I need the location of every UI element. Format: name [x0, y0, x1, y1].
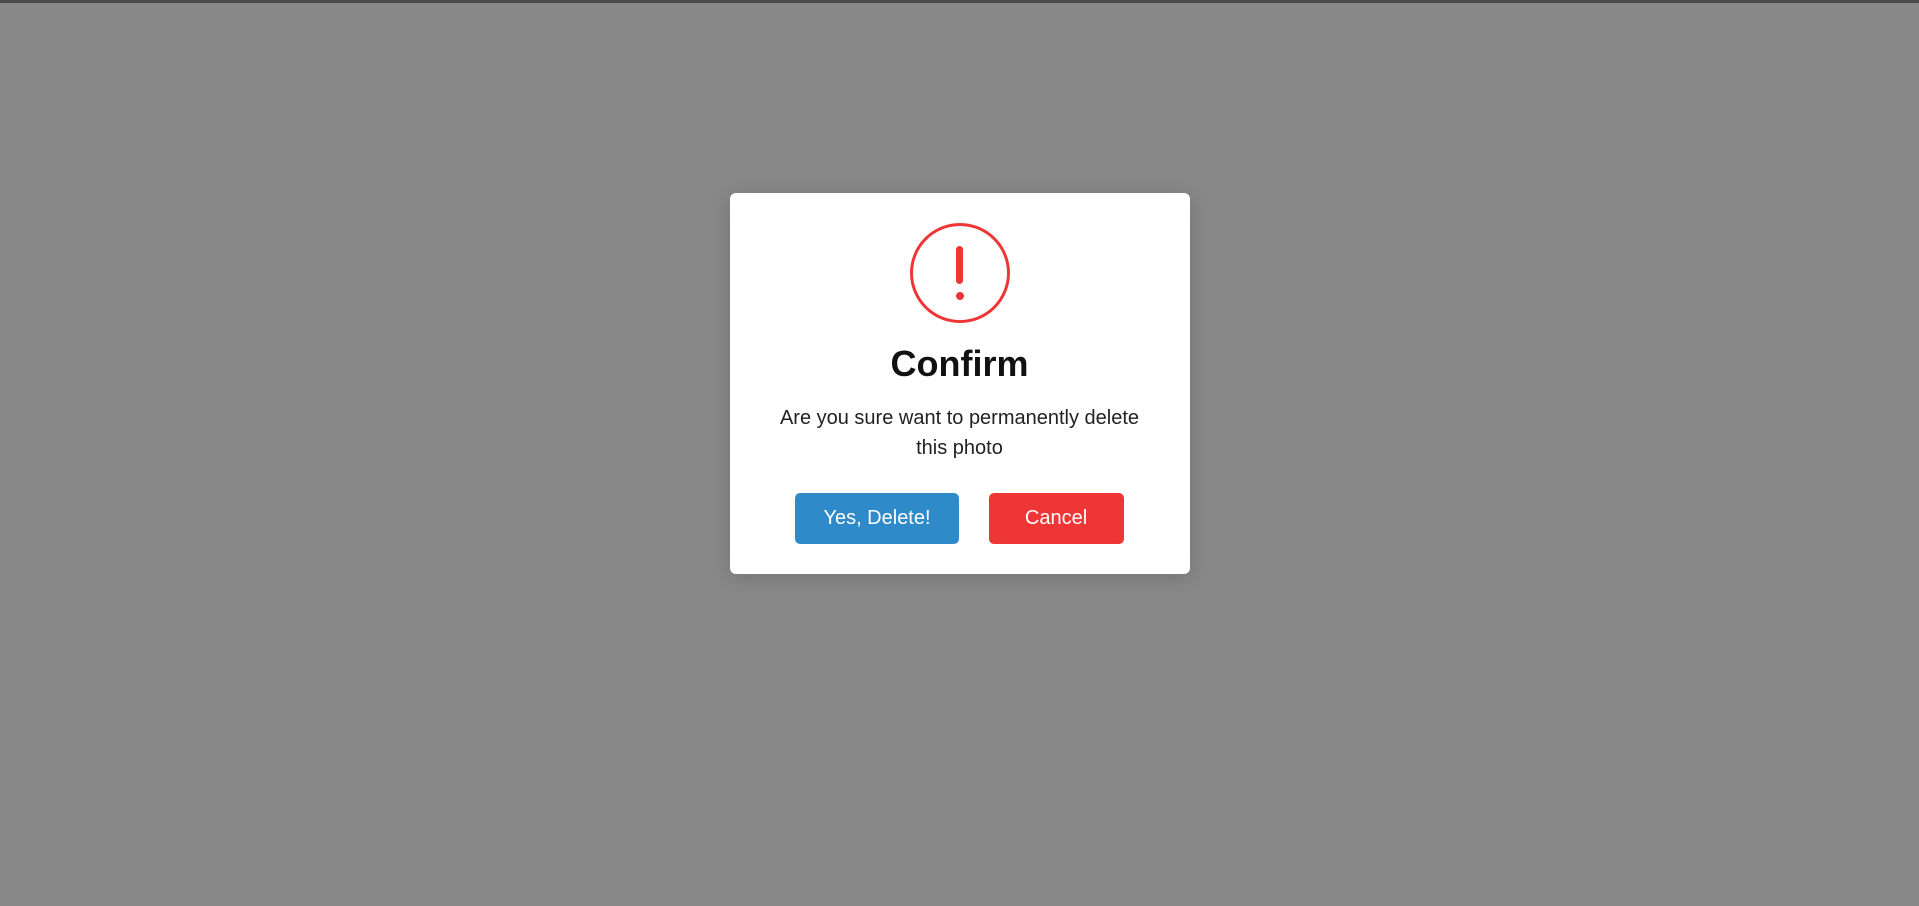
exclamation-dot	[956, 292, 964, 300]
modal-overlay: Confirm Are you sure want to permanently…	[0, 0, 1919, 906]
icon-wrapper	[760, 223, 1160, 323]
modal-message: Are you sure want to permanently delete …	[760, 403, 1160, 463]
modal-title: Confirm	[760, 343, 1160, 385]
confirm-delete-button[interactable]: Yes, Delete!	[795, 493, 958, 544]
exclamation-line	[956, 246, 963, 284]
confirm-modal: Confirm Are you sure want to permanently…	[730, 193, 1190, 574]
button-row: Yes, Delete! Cancel	[760, 493, 1160, 544]
cancel-button[interactable]: Cancel	[989, 493, 1124, 544]
warning-exclamation-icon	[910, 223, 1010, 323]
